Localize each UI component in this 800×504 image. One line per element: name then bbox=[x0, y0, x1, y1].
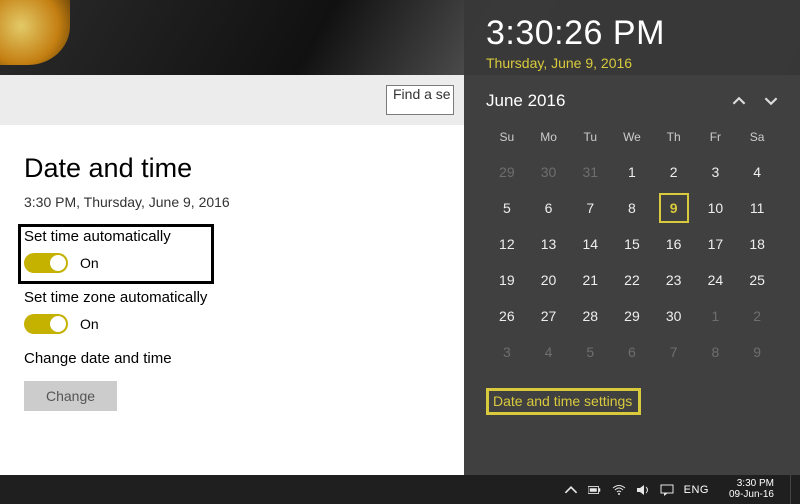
show-desktop-button[interactable] bbox=[790, 475, 796, 504]
calendar-day[interactable]: 21 bbox=[569, 262, 611, 298]
calendar-day[interactable]: 4 bbox=[528, 334, 570, 370]
calendar-day[interactable]: 5 bbox=[486, 190, 528, 226]
calendar-dow: Su bbox=[486, 125, 528, 154]
calendar-day[interactable]: 3 bbox=[695, 154, 737, 190]
calendar-day[interactable]: 8 bbox=[611, 190, 653, 226]
calendar-day[interactable]: 13 bbox=[528, 226, 570, 262]
taskbar-time: 3:30 PM bbox=[729, 479, 774, 490]
calendar-day[interactable]: 14 bbox=[569, 226, 611, 262]
calendar-dow: Fr bbox=[695, 125, 737, 154]
calendar-day[interactable]: 8 bbox=[695, 334, 737, 370]
tray-chevron-up-icon[interactable] bbox=[564, 483, 578, 497]
page-title: Date and time bbox=[24, 153, 440, 184]
date-time-settings-link[interactable]: Date and time settings bbox=[486, 388, 641, 415]
calendar-day[interactable]: 6 bbox=[528, 190, 570, 226]
calendar-day[interactable]: 1 bbox=[611, 154, 653, 190]
calendar-day[interactable]: 12 bbox=[486, 226, 528, 262]
calendar-dow: Th bbox=[653, 125, 695, 154]
calendar-day[interactable]: 22 bbox=[611, 262, 653, 298]
flyout-time: 3:30:26 PM bbox=[486, 14, 778, 53]
calendar-day[interactable]: 4 bbox=[736, 154, 778, 190]
calendar-day[interactable]: 5 bbox=[569, 334, 611, 370]
calendar-day[interactable]: 7 bbox=[569, 190, 611, 226]
settings-search-bar: Find a se bbox=[0, 75, 464, 125]
calendar-day[interactable]: 30 bbox=[653, 298, 695, 334]
calendar-day[interactable]: 20 bbox=[528, 262, 570, 298]
auto-time-toggle[interactable] bbox=[24, 253, 68, 273]
calendar-day[interactable]: 9 bbox=[736, 334, 778, 370]
language-indicator[interactable]: ENG bbox=[684, 484, 709, 496]
calendar-day[interactable]: 18 bbox=[736, 226, 778, 262]
calendar-day[interactable]: 31 bbox=[569, 154, 611, 190]
calendar-month-label[interactable]: June 2016 bbox=[486, 91, 565, 111]
calendar-day[interactable]: 24 bbox=[695, 262, 737, 298]
calendar-day[interactable]: 23 bbox=[653, 262, 695, 298]
taskbar-date: 09-Jun-16 bbox=[729, 490, 774, 501]
calendar-day[interactable]: 17 bbox=[695, 226, 737, 262]
chevron-down-icon[interactable] bbox=[764, 94, 778, 108]
volume-icon[interactable] bbox=[636, 483, 650, 497]
calendar-day[interactable]: 15 bbox=[611, 226, 653, 262]
action-center-icon[interactable] bbox=[660, 483, 674, 497]
calendar-dow: Tu bbox=[569, 125, 611, 154]
battery-icon[interactable] bbox=[588, 483, 602, 497]
wifi-icon[interactable] bbox=[612, 483, 626, 497]
taskbar-clock[interactable]: 3:30 PM 09-Jun-16 bbox=[729, 479, 774, 500]
calendar-day[interactable]: 30 bbox=[528, 154, 570, 190]
change-button[interactable]: Change bbox=[24, 381, 117, 411]
calendar-dow: Sa bbox=[736, 125, 778, 154]
auto-timezone-label: Set time zone automatically bbox=[24, 289, 440, 306]
calendar-day[interactable]: 19 bbox=[486, 262, 528, 298]
calendar-day[interactable]: 6 bbox=[611, 334, 653, 370]
current-datetime-text: 3:30 PM, Thursday, June 9, 2016 bbox=[24, 194, 440, 210]
calendar-day[interactable]: 10 bbox=[695, 190, 737, 226]
calendar-day[interactable]: 25 bbox=[736, 262, 778, 298]
calendar-day[interactable]: 7 bbox=[653, 334, 695, 370]
chevron-up-icon[interactable] bbox=[732, 94, 746, 108]
calendar-day[interactable]: 27 bbox=[528, 298, 570, 334]
calendar-day[interactable]: 29 bbox=[486, 154, 528, 190]
taskbar: ENG 3:30 PM 09-Jun-16 bbox=[0, 475, 800, 504]
auto-time-state: On bbox=[80, 255, 99, 271]
calendar-day[interactable]: 29 bbox=[611, 298, 653, 334]
change-datetime-label: Change date and time bbox=[24, 350, 440, 367]
calendar-day[interactable]: 28 bbox=[569, 298, 611, 334]
auto-timezone-toggle[interactable] bbox=[24, 314, 68, 334]
calendar-day[interactable]: 1 bbox=[695, 298, 737, 334]
calendar-day[interactable]: 11 bbox=[736, 190, 778, 226]
calendar-day[interactable]: 26 bbox=[486, 298, 528, 334]
calendar-day[interactable]: 16 bbox=[653, 226, 695, 262]
settings-date-time-page: Date and time 3:30 PM, Thursday, June 9,… bbox=[0, 125, 464, 475]
calendar-day[interactable]: 3 bbox=[486, 334, 528, 370]
calendar-grid: SuMoTuWeThFrSa 2930311234567891011121314… bbox=[486, 125, 778, 370]
auto-timezone-state: On bbox=[80, 316, 99, 332]
calendar-dow: We bbox=[611, 125, 653, 154]
calendar-day-today[interactable]: 9 bbox=[653, 190, 695, 226]
flyout-date[interactable]: Thursday, June 9, 2016 bbox=[486, 55, 778, 71]
calendar-day[interactable]: 2 bbox=[653, 154, 695, 190]
calendar-flyout: 3:30:26 PM Thursday, June 9, 2016 June 2… bbox=[464, 0, 800, 475]
auto-time-label: Set time automatically bbox=[24, 228, 440, 245]
system-tray: ENG 3:30 PM 09-Jun-16 bbox=[564, 475, 796, 504]
calendar-dow: Mo bbox=[528, 125, 570, 154]
calendar-day[interactable]: 2 bbox=[736, 298, 778, 334]
settings-search-input[interactable]: Find a se bbox=[386, 85, 454, 115]
